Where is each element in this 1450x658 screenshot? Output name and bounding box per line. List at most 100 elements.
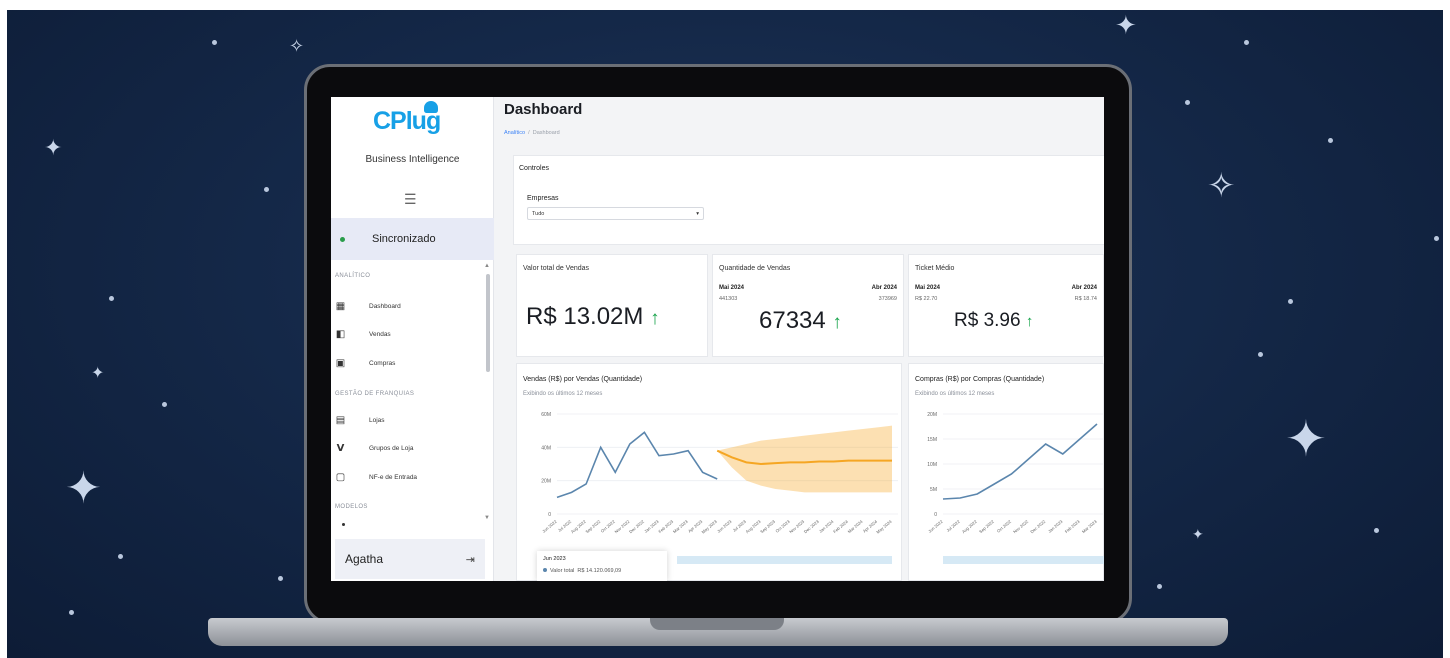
kpi-right-value: 373969 [878, 296, 897, 302]
y-tick-label: 0 [548, 512, 551, 518]
x-tick-label: Mar 2023 [1081, 519, 1098, 535]
x-tick-label: Jun 2023 [716, 519, 733, 534]
x-tick-label: Mar 2023 [672, 519, 689, 535]
kpi-value: 67334 ↑ [759, 307, 842, 335]
star-dot [212, 40, 217, 45]
breadcrumb-current: Dashboard [532, 130, 560, 136]
tooltip-series-dot [543, 568, 547, 572]
star-dot [264, 187, 269, 192]
controls-panel: Controles Empresas Tudo ▾ [513, 155, 1104, 245]
sidebar-scrollbar[interactable] [486, 274, 490, 372]
scroll-up-icon[interactable]: ▲ [484, 263, 490, 269]
menu-toggle-icon[interactable]: ☰ [404, 191, 417, 208]
chart-card-compras: Compras (R$) por Compras (Quantidade) Ex… [908, 363, 1104, 581]
x-tick-label: Aug 2022 [961, 519, 978, 535]
sparkle-icon: ✦ [1115, 11, 1137, 41]
x-tick-label: Jun 2022 [927, 519, 944, 534]
kpi-right-label: Abr 2024 [1071, 285, 1097, 291]
arrow-up-icon: ↑ [650, 308, 660, 329]
x-tick-label: Dec 2023 [803, 519, 820, 535]
x-tick-label: Jul 2022 [945, 519, 961, 533]
user-name: Agatha [345, 552, 384, 566]
breadcrumb-separator: / [528, 130, 530, 136]
tooltip-series: Valor total [550, 568, 575, 574]
chart-card-vendas: Vendas (R$) por Vendas (Quantidade) Exib… [516, 363, 902, 581]
section-label-analitico: ANALÍTICO [335, 273, 371, 279]
series-line-actual [942, 423, 1098, 500]
models-item-bullet [342, 523, 345, 526]
x-tick-label: Feb 2023 [1064, 519, 1081, 535]
sparkle-icon: ✦ [1192, 527, 1204, 543]
vendas-chart[interactable]: 020M40M60MJun 2022 Jul 2022Aug 2022Sep 20… [517, 364, 903, 581]
star-dot [1157, 584, 1162, 589]
breadcrumb-link[interactable]: Analítico [504, 130, 525, 136]
sparkle-icon: ✦ [65, 463, 102, 514]
sparkle-icon: ✦ [44, 136, 63, 161]
tooltip-date: Jun 2023 [543, 556, 566, 562]
purchases-icon: ▣ [335, 357, 346, 369]
sidebar-item-label: NF-e de Entrada [369, 473, 418, 481]
kpi-right-label: Abr 2024 [871, 285, 897, 291]
kpi-left-value: R$ 22.70 [915, 296, 938, 302]
star-dot [162, 402, 167, 407]
x-tick-label: Jan 2023 [1047, 519, 1064, 534]
star-dot [1434, 236, 1439, 241]
y-tick-label: 60M [541, 412, 551, 418]
sidebar-item-compras[interactable]: ▣ Compras [335, 356, 396, 370]
logout-icon[interactable]: ⇥ [466, 553, 475, 566]
x-tick-label: Mar 2024 [847, 519, 864, 535]
sidebar-item-label: Vendas [369, 330, 391, 338]
controls-title: Controles [519, 165, 549, 172]
star-dot [278, 576, 283, 581]
sidebar-item-vendas[interactable]: ◧ Vendas [335, 327, 391, 341]
star-dot [1328, 138, 1333, 143]
star-dot [109, 296, 114, 301]
sidebar-item-label: Lojas [369, 416, 385, 424]
scroll-down-icon[interactable]: ▼ [484, 515, 490, 521]
star-dot [1185, 100, 1190, 105]
sidebar-item-lojas[interactable]: ▤ Lojas [335, 413, 385, 427]
breadcrumb: Analítico / Dashboard [504, 130, 560, 136]
empresas-select[interactable]: Tudo ▾ [527, 207, 704, 220]
section-label-franquias: GESTÃO DE FRANQUIAS [335, 391, 415, 397]
y-tick-label: 0 [934, 512, 937, 518]
compras-chart[interactable]: 0 5M 10M 15M 20M Jun 2022 Jul 2022 Aug 2022 Sep … [909, 364, 1104, 581]
sidebar-item-grupos[interactable]: V Grupos de Loja [335, 441, 414, 455]
sparkle-icon: ✧ [1207, 166, 1236, 206]
x-tick-label: May 2023 [701, 519, 719, 535]
dashboard-icon: ▦ [335, 300, 346, 312]
sync-status: Sincronizado [331, 218, 494, 260]
chevron-down-icon: ▾ [696, 210, 699, 217]
y-tick-label: 5M [930, 487, 937, 493]
star-dot [118, 554, 123, 559]
laptop-notch [650, 618, 784, 630]
x-tick-label: Oct 2022 [996, 519, 1013, 534]
star-dot [69, 610, 74, 615]
sparkle-icon: ✦ [91, 363, 105, 382]
sales-icon: ◧ [335, 328, 346, 340]
star-dot [1244, 40, 1249, 45]
sparkle-icon: ✦ [1285, 410, 1327, 468]
forecast-band [717, 425, 892, 493]
x-tick-label: Dec 2022 [628, 519, 645, 535]
x-tick-label: May 2024 [875, 519, 893, 535]
series-line-actual [556, 431, 718, 499]
x-tick-label: Nov 2022 [1012, 519, 1029, 535]
x-tick-label: Sep 2023 [759, 519, 776, 535]
page-title: Dashboard [504, 101, 583, 118]
kpi-value-text: 67334 [759, 307, 826, 334]
range-selector [677, 556, 892, 564]
sidebar-item-nfe[interactable]: ▢ NF-e de Entrada [335, 470, 417, 484]
arrow-up-icon: ↑ [1025, 313, 1034, 330]
kpi-title: Ticket Médio [915, 265, 955, 272]
sidebar-item-label: Dashboard [369, 302, 401, 310]
sidebar-item-dashboard[interactable]: ▦ Dashboard [335, 299, 401, 313]
empresas-select-value: Tudo [532, 210, 545, 217]
x-tick-label: Sep 2022 [978, 519, 995, 535]
wifi-icon [424, 101, 438, 113]
y-tick-label: 20M [541, 479, 551, 485]
user-bar: Agatha ⇥ [335, 539, 485, 579]
sync-status-dot [340, 236, 345, 242]
kpi-value: R$ 3.96 ↑ [954, 310, 1033, 332]
kpi-left-label: Mai 2024 [719, 285, 745, 291]
